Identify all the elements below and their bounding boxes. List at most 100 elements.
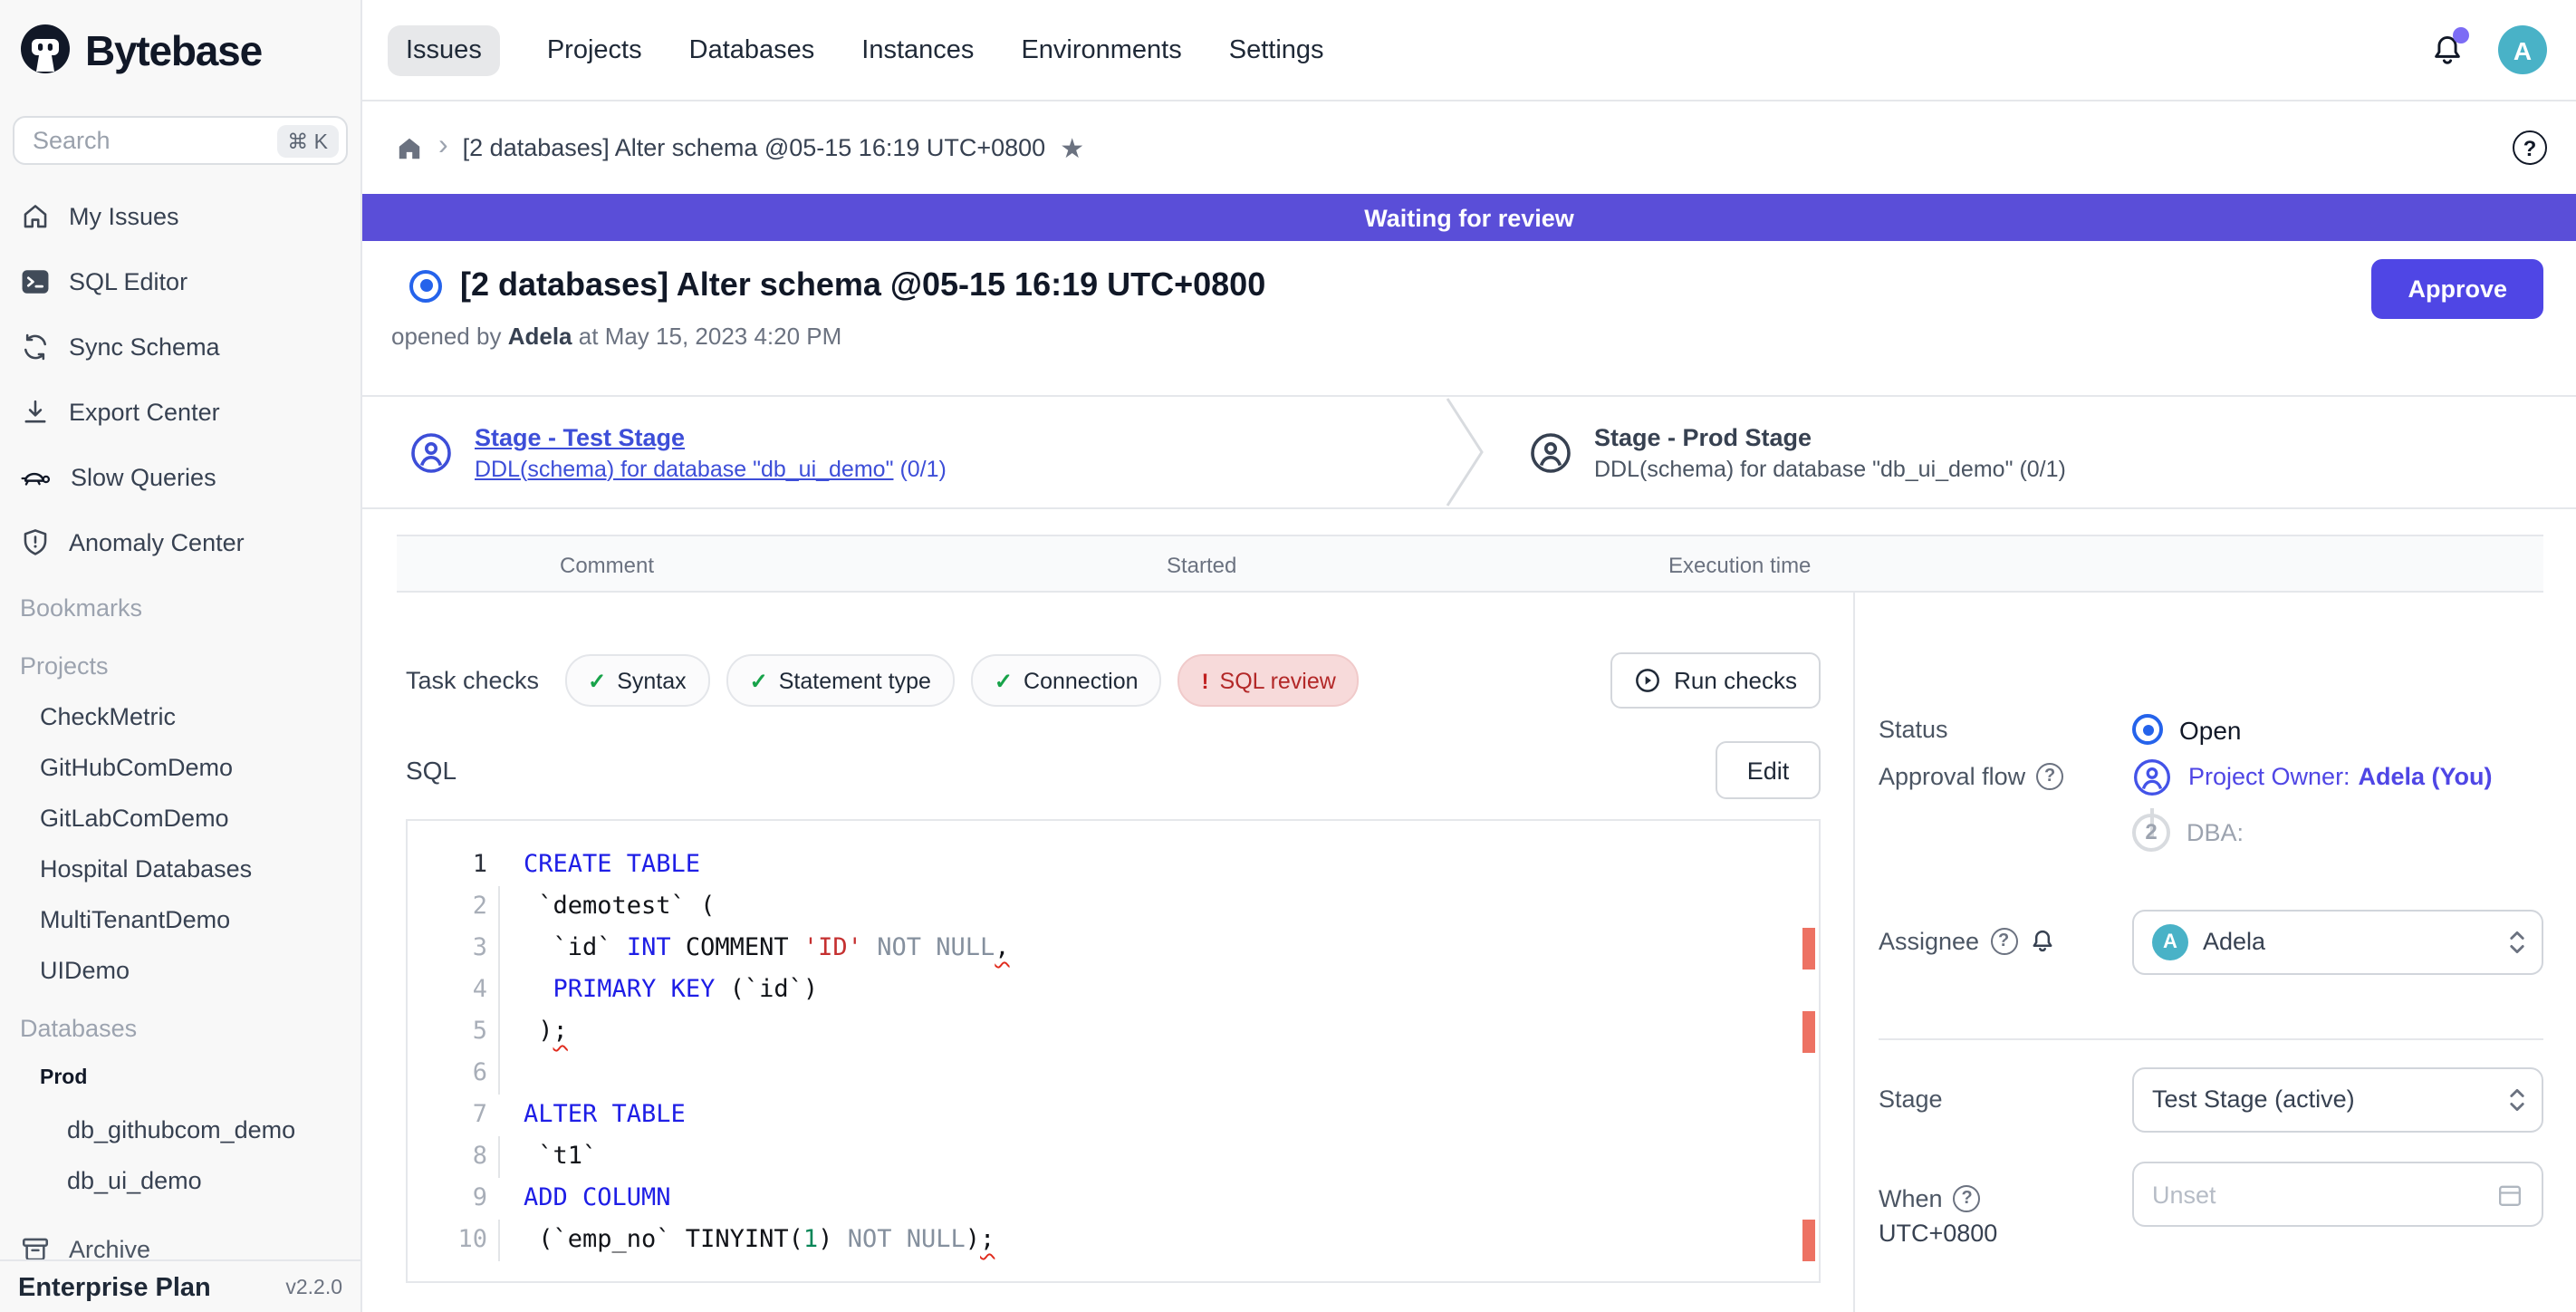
assignee-row: Assignee ? A Adela — [1879, 928, 2543, 955]
sidebar-section-databases: Databases — [0, 1002, 360, 1053]
sidebar-project-gitlabcomdemo[interactable]: GitLabComDemo — [0, 792, 360, 843]
status-open-icon — [2132, 714, 2163, 745]
assignee-avatar: A — [2152, 923, 2188, 960]
check-pill-statement-type[interactable]: ✓Statement type — [726, 654, 955, 707]
sidebar-databases-list: db_githubcom_demodb_ui_demo — [0, 1104, 360, 1205]
tab-issues[interactable]: Issues — [388, 24, 500, 75]
check-icon: ✓ — [588, 668, 606, 693]
terminal-icon — [20, 265, 51, 296]
notifications-button[interactable] — [2429, 32, 2465, 68]
home-icon[interactable] — [395, 133, 424, 162]
user-avatar[interactable]: A — [2498, 25, 2547, 74]
question-icon: ? — [2513, 130, 2547, 165]
status-label: Status — [1879, 716, 1948, 743]
sidebar-item-sync-schema[interactable]: Sync Schema — [0, 314, 360, 379]
plan-name: Enterprise Plan — [18, 1274, 211, 1303]
assignee-select[interactable]: A Adela — [2132, 909, 2543, 974]
check-icon: ✓ — [750, 668, 768, 693]
sidebar-project-hospital-databases[interactable]: Hospital Databases — [0, 843, 360, 893]
when-placeholder: Unset — [2152, 1181, 2496, 1208]
when-help-icon[interactable]: ? — [1954, 1185, 1981, 1212]
sidebar-section-bookmarks: Bookmarks — [0, 582, 360, 632]
star-icon[interactable]: ★ — [1060, 131, 1084, 164]
tab-environments[interactable]: Environments — [1021, 24, 1181, 75]
sidebar-projects-list: CheckMetricGitHubComDemoGitLabComDemoHos… — [0, 690, 360, 995]
issue-sidebar-panel: Status Open Approval flow ? — [1853, 593, 2576, 1312]
issue-open-icon — [409, 269, 442, 302]
brand-name: Bytebase — [85, 26, 262, 75]
code-line-5: 5 ); — [408, 1011, 1819, 1053]
line-number: 2 — [408, 886, 502, 928]
help-button[interactable]: ? — [2513, 130, 2547, 165]
assignee-bell-icon[interactable] — [2028, 928, 2055, 955]
sidebar-project-githubcomdemo[interactable]: GitHubComDemo — [0, 741, 360, 792]
sidebar-project-uidemo[interactable]: UIDemo — [0, 944, 360, 995]
sidebar-item-my-issues[interactable]: My Issues — [0, 183, 360, 248]
bytebase-app: Bytebase Search ⌘ K My Issues SQL Editor S… — [0, 0, 2576, 1312]
plan-version: v2.2.0 — [285, 1278, 342, 1299]
calendar-icon — [2496, 1181, 2523, 1208]
task-checks-row: Task checks ✓Syntax ✓Statement type ✓Conne… — [406, 652, 1821, 709]
sql-editor[interactable]: 1CREATE TABLE2 `demotest` (3 `id` INT CO… — [406, 819, 1821, 1283]
check-pill-connection[interactable]: ✓Connection — [971, 654, 1162, 707]
assignee-label: Assignee — [1879, 928, 1979, 955]
sidebar-item-label: SQL Editor — [69, 267, 187, 294]
status-banner: Waiting for review — [362, 194, 2576, 241]
code-line-8: 8 `t1` — [408, 1136, 1819, 1178]
topbar: Issues Projects Databases Instances Environm… — [362, 0, 2576, 101]
sidebar-item-anomaly-center[interactable]: Anomaly Center — [0, 509, 360, 574]
edit-sql-button[interactable]: Edit — [1716, 741, 1821, 799]
tab-settings[interactable]: Settings — [1229, 24, 1324, 75]
sidebar-database-db_ui_demo[interactable]: db_ui_demo — [0, 1154, 360, 1205]
stage-title[interactable]: Stage - Prod Stage — [1594, 423, 2066, 450]
sidebar-database-db_githubcom_demo[interactable]: db_githubcom_demo — [0, 1104, 360, 1154]
approve-button[interactable]: Approve — [2371, 259, 2543, 319]
stage-card-2[interactable]: Stage - Prod Stage DDL(schema) for databa… — [1485, 397, 2576, 507]
check-pill-sql-review[interactable]: !SQL review — [1178, 654, 1360, 707]
task-table-column-started: Started — [1167, 536, 1236, 594]
approval-step2-number: 2 — [2132, 813, 2170, 851]
stage-separator-chevron — [1446, 397, 1485, 507]
when-datetime-input[interactable]: Unset — [2132, 1162, 2543, 1227]
sidebar-section-projects: Projects — [0, 640, 360, 690]
stage-title[interactable]: Stage - Test Stage — [475, 423, 947, 450]
line-number: 8 — [408, 1136, 502, 1178]
run-checks-button[interactable]: Run checks — [1610, 652, 1821, 709]
sidebar-item-export-center[interactable]: Export Center — [0, 379, 360, 444]
stage-select[interactable]: Test Stage (active) — [2132, 1066, 2543, 1132]
stage-value: Test Stage (active) — [2152, 1085, 2493, 1113]
tab-instances[interactable]: Instances — [861, 24, 974, 75]
breadcrumb-title[interactable]: [2 databases] Alter schema @05-15 16:19 … — [463, 134, 1046, 161]
search-input[interactable]: Search ⌘ K — [13, 116, 348, 165]
line-number: 6 — [408, 1053, 502, 1095]
overview-ruler-error-mark — [1802, 1220, 1815, 1261]
approval-help-icon[interactable]: ? — [2036, 763, 2063, 790]
chevron-updown-icon — [2507, 1085, 2527, 1114]
approval-step1-name[interactable]: Adela (You) — [2358, 762, 2492, 789]
sidebar-item-sql-editor[interactable]: SQL Editor — [0, 248, 360, 314]
code-line-10: 10 (`emp_no` TINYINT(1) NOT NULL); — [408, 1220, 1819, 1261]
code-line-7: 7ALTER TABLE — [408, 1095, 1819, 1136]
task-detail: Task checks ✓Syntax ✓Statement type ✓Conne… — [362, 593, 1853, 1312]
code-line-3: 3 `id` INT COMMENT 'ID' NOT NULL, — [408, 928, 1819, 970]
stage-card-1[interactable]: Stage - Test Stage DDL(schema) for databa… — [362, 397, 1446, 507]
stage-person-icon — [1529, 430, 1572, 474]
task-table-header: CommentStartedExecution time — [397, 535, 2543, 593]
tab-projects[interactable]: Projects — [547, 24, 642, 75]
sidebar-project-multitenantdemo[interactable]: MultiTenantDemo — [0, 893, 360, 944]
check-pill-syntax[interactable]: ✓Syntax — [564, 654, 710, 707]
stage-select-row: Stage Test Stage (active) — [1879, 1085, 2543, 1113]
stage-task-link[interactable]: DDL(schema) for database "db_ui_demo" (0… — [1594, 456, 2066, 481]
stage-task-link[interactable]: DDL(schema) for database "db_ui_demo" (0… — [475, 456, 947, 481]
status-value: Open — [2179, 715, 2242, 744]
sidebar-item-label: Export Center — [69, 398, 220, 425]
brand-logo[interactable]: Bytebase — [0, 0, 360, 101]
task-checks-label: Task checks — [406, 667, 539, 694]
assignee-help-icon[interactable]: ? — [1990, 928, 2017, 955]
tab-databases[interactable]: Databases — [689, 24, 815, 75]
approval-flow-label: Approval flow — [1879, 763, 2025, 790]
sidebar-item-slow-queries[interactable]: Slow Queries — [0, 444, 360, 509]
line-number: 4 — [408, 970, 502, 1011]
sidebar-project-checkmetric[interactable]: CheckMetric — [0, 690, 360, 741]
line-number: 7 — [408, 1095, 502, 1136]
